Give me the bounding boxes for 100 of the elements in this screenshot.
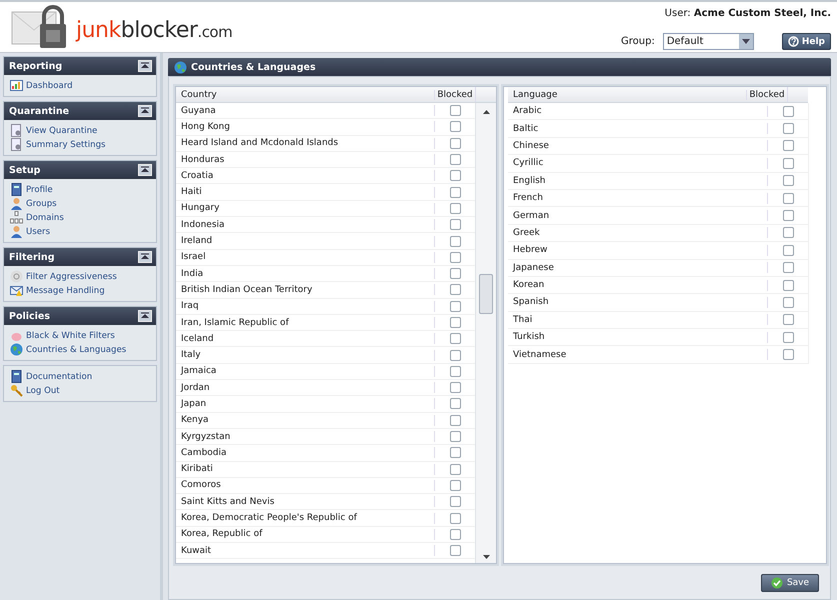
user-name: Acme Custom Steel, Inc. [694,8,831,19]
checkbox[interactable] [782,106,794,117]
sidebar-link[interactable]: Countries & Languages [10,343,152,356]
checkbox[interactable] [782,332,794,343]
checkbox[interactable] [450,154,460,166]
checkbox[interactable] [782,296,794,308]
sidebar-link[interactable]: Profile [10,183,152,196]
group-label: Group: [621,36,655,47]
checkbox[interactable] [450,464,460,475]
collapse-icon[interactable] [138,164,152,176]
collapse-icon[interactable] [138,310,152,322]
group-dropdown[interactable]: Default [662,33,754,50]
checkbox[interactable] [450,480,460,491]
sidebar-link[interactable]: Domains [10,211,152,224]
checkbox[interactable] [782,227,794,238]
checkbox[interactable] [450,186,460,198]
sidebar-link[interactable]: View Quarantine [10,124,152,137]
section-title: Quarantine [9,106,70,116]
scroll-down-icon[interactable] [482,555,490,559]
checkbox[interactable] [450,219,460,230]
checkbox[interactable] [782,123,794,134]
checkbox[interactable] [450,317,460,328]
collapse-icon[interactable] [138,251,152,263]
sidebar-link[interactable]: Message Handling [10,284,152,297]
table-cell-text: Indonesia [180,220,226,230]
checkbox[interactable] [450,284,460,296]
sidebar-link[interactable]: Dashboard [10,79,152,92]
help-button[interactable]: Help [782,33,831,50]
checkbox[interactable] [450,300,460,312]
sidebar-link[interactable]: Summary Settings [10,138,152,151]
table-cell-text: German [512,210,550,221]
table-cell-text: Jamaica [180,366,218,376]
collapse-icon[interactable] [138,60,152,72]
table-cell-text: Vietnamese [512,350,568,360]
checkbox[interactable] [450,268,460,280]
checkbox[interactable] [450,431,460,442]
checkbox[interactable] [782,140,794,152]
checkbox[interactable] [450,105,460,116]
sidebar-link[interactable]: Groups [10,197,152,210]
hierarchy-icon [10,211,23,224]
column-header: Language [512,90,558,100]
section-title: Policies [9,310,50,322]
table-cell-text: Arabic [512,106,543,116]
collapse-icon[interactable] [138,105,152,117]
book-icon [10,183,23,196]
checkbox[interactable] [450,121,460,132]
scroll-thumb[interactable] [479,274,493,314]
checkbox[interactable] [450,545,460,556]
checkbox[interactable] [782,175,794,186]
table-cell-text: Spanish [512,297,550,308]
checkbox[interactable] [450,350,460,361]
section-title: Reporting [9,60,62,72]
table-cell-text: Chinese [512,140,550,151]
book-icon [10,370,23,383]
checkbox[interactable] [782,314,794,326]
checkbox[interactable] [450,138,460,149]
checkbox[interactable] [450,170,460,182]
save-button[interactable]: Save [761,574,819,592]
checkbox[interactable] [450,382,460,394]
checkbox[interactable] [782,280,794,291]
checkbox[interactable] [450,398,460,410]
table-cell-text: Saint Kitts and Nevis [180,496,276,507]
table-cell-text: Turkish [512,332,546,342]
checkbox[interactable] [782,349,794,360]
logo-text: junkblocker.com [76,18,232,42]
checkbox[interactable] [450,333,460,344]
checkbox[interactable] [782,210,794,222]
table-cell-text: Italy [180,350,202,360]
sidebar-link[interactable]: Documentation [10,370,152,383]
table-cell-text: Comoros [180,480,222,490]
table-cell-text: Baltic [512,124,540,134]
checkbox[interactable] [450,496,460,508]
checkbox[interactable] [782,192,794,204]
column-header: Blocked [746,90,787,100]
checkbox[interactable] [450,202,460,214]
checkbox[interactable] [782,158,794,169]
sidebar-link[interactable]: Log Out [10,384,152,397]
checkbox[interactable] [450,414,460,426]
checkbox[interactable] [782,244,794,256]
sidebar-link[interactable]: Filter Aggressiveness [10,270,152,283]
scroll-up-icon[interactable] [482,110,490,114]
checkbox[interactable] [450,447,460,458]
table-cell-text: Croatia [180,170,214,181]
checkbox[interactable] [450,366,460,377]
sidebar-link[interactable]: Black & White Filters [10,329,152,342]
table-cell-text: Hong Kong [180,122,231,132]
checkbox[interactable] [450,512,460,524]
scrollbar[interactable] [475,103,496,563]
table-cell-text: Cambodia [180,448,228,458]
checkbox[interactable] [450,528,460,540]
section-title: Setup [9,164,40,176]
table-cell-text: Haiti [180,187,203,198]
checkbox[interactable] [450,252,460,263]
question-icon [788,36,799,47]
checkbox[interactable] [450,236,460,247]
table-cell-text: Kenya [180,415,210,426]
table-cell-text: French [512,193,544,204]
table-cell-text: Honduras [180,154,226,165]
sidebar-link[interactable]: Users [10,225,152,238]
checkbox[interactable] [782,262,794,274]
